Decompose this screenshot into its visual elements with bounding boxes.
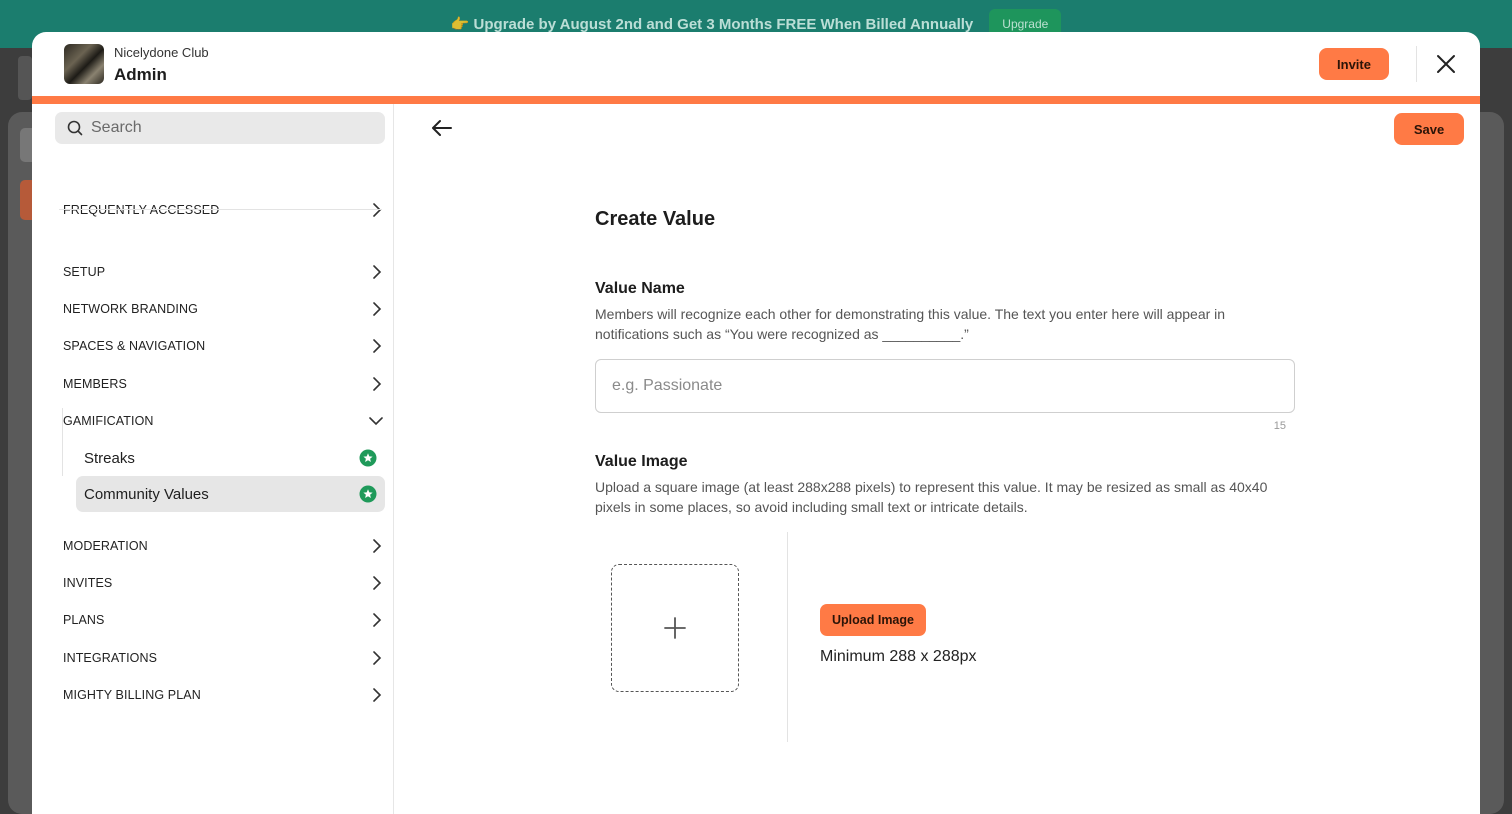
close-icon[interactable] (1434, 52, 1458, 76)
accent-bar (32, 96, 1480, 104)
chevron-right-icon (373, 203, 382, 217)
main-content: Save Create Value Value Name Members wil… (394, 104, 1480, 814)
sidebar-divider (59, 209, 382, 210)
back-arrow-icon[interactable] (430, 116, 454, 140)
sidebar-item-label: MEMBERS (63, 377, 127, 391)
sidebar-item-label: SPACES & NAVIGATION (63, 339, 206, 353)
char-limit-counter: 15 (1273, 420, 1286, 432)
club-name: Nicelydone Club (114, 45, 209, 60)
admin-sidebar: FREQUENTLY ACCESSED SETUP NETWORK BRANDI… (32, 104, 394, 814)
chevron-right-icon (373, 688, 382, 702)
value-image-label: Value Image (595, 453, 688, 470)
modal-header: Nicelydone Club Admin Invite (32, 32, 1480, 96)
sidebar-item-label: FREQUENTLY ACCESSED (63, 203, 220, 217)
chevron-right-icon (373, 613, 382, 627)
sidebar-item-label: PLANS (63, 613, 105, 627)
chevron-right-icon (373, 265, 382, 279)
upload-size-hint: Minimum 288 x 288px (820, 648, 977, 665)
sidebar-item-label: INVITES (63, 576, 113, 590)
upload-divider (787, 532, 788, 742)
background-tab (20, 128, 32, 162)
sidebar-item-members[interactable]: MEMBERS (63, 369, 383, 399)
value-name-description: Members will recognize each other for de… (595, 306, 1226, 342)
chevron-right-icon (373, 576, 382, 590)
sidebar-item-moderation[interactable]: MODERATION (63, 531, 383, 561)
search-icon (67, 120, 83, 136)
invite-button[interactable]: Invite (1319, 48, 1389, 80)
background-tab-active (20, 180, 32, 220)
sidebar-item-label: INTEGRATIONS (63, 651, 158, 665)
sidebar-item-label: SETUP (63, 265, 106, 279)
page-title: Create Value (595, 208, 716, 230)
sidebar-item-mighty-billing-plan[interactable]: MIGHTY BILLING PLAN (63, 680, 383, 710)
sidebar-item-invites[interactable]: INVITES (63, 568, 383, 598)
sidebar-item-label: GAMIFICATION (63, 414, 154, 428)
chevron-right-icon (373, 539, 382, 553)
search-field[interactable] (55, 112, 385, 144)
sidebar-subitem-label: Streaks (84, 449, 135, 467)
sidebar-item-gamification[interactable]: GAMIFICATION (63, 406, 383, 436)
chevron-right-icon (373, 339, 382, 353)
sidebar-subitem-streaks[interactable]: Streaks (76, 440, 385, 476)
value-name-label: Value Name (595, 280, 685, 297)
sidebar-item-label: MODERATION (63, 539, 148, 553)
background-avatar (18, 56, 32, 100)
image-dropzone[interactable] (611, 564, 739, 692)
star-badge-icon (359, 449, 377, 467)
save-button[interactable]: Save (1394, 113, 1464, 145)
sidebar-item-integrations[interactable]: INTEGRATIONS (63, 643, 383, 673)
star-badge-icon (359, 485, 377, 503)
sidebar-subitem-community-values[interactable]: Community Values (76, 476, 385, 512)
chevron-down-icon (369, 417, 383, 426)
club-logo (64, 44, 104, 84)
admin-modal: Nicelydone Club Admin Invite FREQUENTLY … (32, 32, 1480, 814)
search-input[interactable] (91, 119, 361, 137)
chevron-right-icon (373, 651, 382, 665)
plus-icon (664, 617, 686, 639)
admin-title: Admin (114, 65, 167, 84)
banner-text: 👉 Upgrade by August 2nd and Get 3 Months… (450, 16, 974, 33)
upload-image-button[interactable]: Upload Image (820, 604, 926, 636)
sidebar-item-network-branding[interactable]: NETWORK BRANDING (63, 294, 383, 324)
sidebar-item-spaces-navigation[interactable]: SPACES & NAVIGATION (63, 331, 383, 361)
value-name-input[interactable] (595, 359, 1295, 413)
submenu-rail (62, 408, 63, 476)
sidebar-item-label: NETWORK BRANDING (63, 302, 198, 316)
chevron-right-icon (373, 377, 382, 391)
sidebar-subitem-label: Community Values (84, 485, 209, 503)
sidebar-item-frequently-accessed[interactable]: FREQUENTLY ACCESSED (63, 195, 383, 225)
sidebar-item-label: MIGHTY BILLING PLAN (63, 688, 201, 702)
header-divider (1416, 46, 1417, 82)
chevron-right-icon (373, 302, 382, 316)
value-image-description: Upload a square image (at least 288x288 … (595, 479, 1268, 515)
sidebar-item-plans[interactable]: PLANS (63, 605, 383, 635)
sidebar-item-setup[interactable]: SETUP (63, 257, 383, 287)
